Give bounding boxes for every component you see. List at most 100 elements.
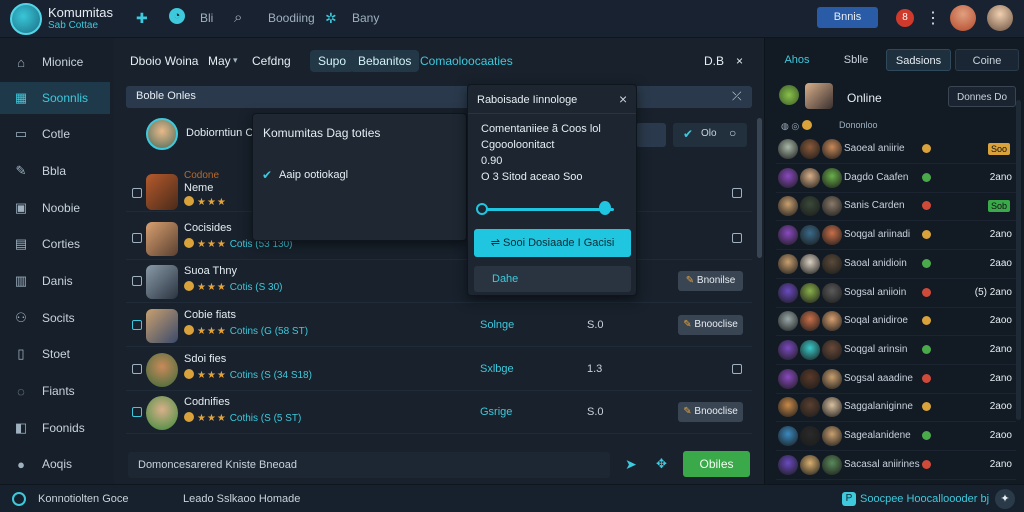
row-checkbox[interactable] xyxy=(132,233,142,243)
sidebar-item-3[interactable]: ▭ Cotle xyxy=(0,118,110,150)
status-icon[interactable]: ◔ xyxy=(169,8,185,24)
list-item[interactable]: Soqal anidiroe 2aoo xyxy=(776,308,1016,337)
sidebar-item-8[interactable]: ⚇ Socits xyxy=(0,302,110,334)
row-checkbox-right[interactable] xyxy=(732,233,742,243)
row-checkbox[interactable] xyxy=(132,188,142,198)
sidebar-item-9[interactable]: ▯ Stoet xyxy=(0,338,110,370)
send-button[interactable]: Obiles xyxy=(683,451,750,477)
main-scrollbar[interactable] xyxy=(757,118,762,258)
user-avatar[interactable] xyxy=(987,5,1013,31)
notification-badge[interactable]: 8 xyxy=(896,9,914,27)
list-item[interactable]: Soqgal ariinadi 2ano xyxy=(776,222,1016,251)
table-row[interactable]: Suoa Thny ★★★ Cotis (S 30) ✎ Bnonilse xyxy=(126,261,752,303)
right-tab-1[interactable]: Ahos xyxy=(777,49,817,71)
divider xyxy=(468,113,636,114)
header-right-label[interactable]: D.B xyxy=(704,50,724,72)
tab-5[interactable]: Bebanitos xyxy=(350,50,420,72)
slider-handle[interactable] xyxy=(598,201,611,215)
row-checkbox[interactable] xyxy=(132,320,142,330)
more-menu-icon[interactable]: ⋮ xyxy=(925,8,941,28)
table-row[interactable]: Sdoi fies ★★★ Cotins (S (34 S18) Sxlbge … xyxy=(126,349,752,391)
list-item-value: 2ano xyxy=(989,372,1012,384)
list-item[interactable]: Sogsal aaadine 2ano xyxy=(776,366,1016,394)
close-icon[interactable]: × xyxy=(736,50,743,72)
row-sub: Cotis (S 30) xyxy=(229,282,283,293)
right-scrollbar[interactable] xyxy=(1016,100,1021,420)
list-item-name: Saoeal aniirie xyxy=(844,143,905,154)
sidebar-item-4[interactable]: ✎ Bbla xyxy=(0,155,110,187)
tab-1[interactable]: Dboio Woina xyxy=(130,50,198,72)
list-item[interactable]: Sanis Carden Sob xyxy=(776,193,1016,222)
row-avatar xyxy=(146,174,178,210)
avatar xyxy=(822,426,842,446)
search-button[interactable]: ✔ Olo ○ xyxy=(673,123,747,147)
gear-icon[interactable]: ✲ xyxy=(325,10,337,27)
right-tab-3[interactable]: Sadsions xyxy=(886,49,951,71)
right-tab-2[interactable]: Sblle xyxy=(831,49,881,71)
row-checkbox-right[interactable] xyxy=(732,364,742,374)
slider-start-handle[interactable] xyxy=(476,203,488,215)
list-item[interactable]: Soqgal arinsin 2ano xyxy=(776,337,1016,365)
pencil-icon: ✎ xyxy=(685,275,695,286)
online-filter-button[interactable]: Donnes Do xyxy=(948,86,1016,107)
table-row[interactable]: Cobie fiats ★★★ Cotins (G (58 ST) Solnge… xyxy=(126,305,752,347)
row-checkbox[interactable] xyxy=(132,407,142,417)
sidebar-item-11[interactable]: ◧ Foonids xyxy=(0,412,110,444)
avatar xyxy=(800,167,820,188)
sidebar-item-12[interactable]: ● Aoqis xyxy=(0,448,110,480)
list-item[interactable]: Saoal anidioin 2aao xyxy=(776,251,1016,279)
tab-6[interactable]: Comaoloocaaties xyxy=(420,50,513,72)
list-item[interactable]: Sacasal aniirines 2ano xyxy=(776,452,1016,480)
link-icon: ⇌ xyxy=(490,237,500,249)
close-icon[interactable]: × xyxy=(619,91,627,107)
row-action-button[interactable]: ✎ Bnooclise xyxy=(678,315,743,335)
sidebar-item-home[interactable]: ⌂ Mionice xyxy=(0,46,110,78)
row-checkbox-right[interactable] xyxy=(732,188,742,198)
help-icon[interactable]: ✦ xyxy=(995,489,1015,509)
sidebar-item-6[interactable]: ▤ Corties xyxy=(0,228,110,260)
puzzle-icon[interactable]: ✚ xyxy=(136,10,148,27)
row-action-button[interactable]: ✎ Bnooclise xyxy=(678,402,743,422)
table-row[interactable]: Codnifies ★★★ Cothis (S (5 ST) Gsrige S.… xyxy=(126,392,752,434)
list-item-name: Saoal anidioin xyxy=(844,257,907,269)
status-right-text[interactable]: Soocpee Hoocalloooder bj xyxy=(860,493,989,505)
primary-button[interactable]: ⇌ Sooi Dosiaade I Gacisi xyxy=(474,229,631,257)
list-item[interactable]: Saggalaniginne 2aoo xyxy=(776,394,1016,423)
sidebar-item-label: Noobie xyxy=(42,201,81,215)
popup-option[interactable]: Aaip ootiokagl xyxy=(279,169,348,181)
collapse-icon[interactable]: ⤫ xyxy=(732,89,742,104)
row-action-button[interactable]: ✎ Bnonilse xyxy=(678,271,743,291)
tab-3[interactable]: Cefdng xyxy=(252,50,291,72)
list-item[interactable]: Sogsal aniioin (5) 2ano xyxy=(776,280,1016,308)
sidebar-item-10[interactable]: ◌ Fiants xyxy=(0,375,110,407)
topbar-item-2[interactable]: Boodiing xyxy=(268,11,315,25)
search-icon[interactable]: ⌕ xyxy=(234,9,242,26)
row-checkbox[interactable] xyxy=(132,276,142,286)
list-item[interactable]: Sagealanidene 2aoo xyxy=(776,423,1016,451)
filter-bar[interactable]: Boble Onles ⤫ xyxy=(126,86,752,108)
secondary-button[interactable]: Dahe xyxy=(474,266,631,292)
sidebar-item-5[interactable]: ▣ Noobie xyxy=(0,192,110,224)
sidebar-item-7[interactable]: ▥ Danis xyxy=(0,265,110,297)
avatar[interactable] xyxy=(950,5,976,31)
row-value: S.0 xyxy=(587,406,604,418)
attach-icon[interactable]: ✥ xyxy=(656,456,667,472)
chevron-down-icon[interactable]: ▾ xyxy=(233,55,238,66)
search-field[interactable] xyxy=(636,123,666,147)
app-logo[interactable] xyxy=(10,3,42,35)
topbar-item-3[interactable]: Bany xyxy=(352,11,379,25)
send-icon[interactable]: ➤ xyxy=(625,456,637,473)
tab-4[interactable]: Supo xyxy=(310,50,355,72)
list-item[interactable]: Dagdo Caafen 2ano xyxy=(776,165,1016,193)
topbar-item-1[interactable]: Bli xyxy=(200,11,213,25)
top-action-button[interactable]: Bnnis xyxy=(817,7,878,28)
right-tab-4[interactable]: Coine xyxy=(955,49,1019,71)
profile-avatar[interactable] xyxy=(146,118,178,150)
slider-track[interactable] xyxy=(480,208,614,211)
sidebar-item-active[interactable]: ▦ Soonnlis xyxy=(0,82,110,114)
list-item[interactable]: Saoeal aniirie Soo xyxy=(776,136,1016,164)
bell-icon: ◌ xyxy=(17,383,25,399)
message-input[interactable]: Domoncesarered Kniste Bneoad xyxy=(128,452,610,478)
tab-2[interactable]: May xyxy=(208,50,231,72)
row-checkbox[interactable] xyxy=(132,364,142,374)
